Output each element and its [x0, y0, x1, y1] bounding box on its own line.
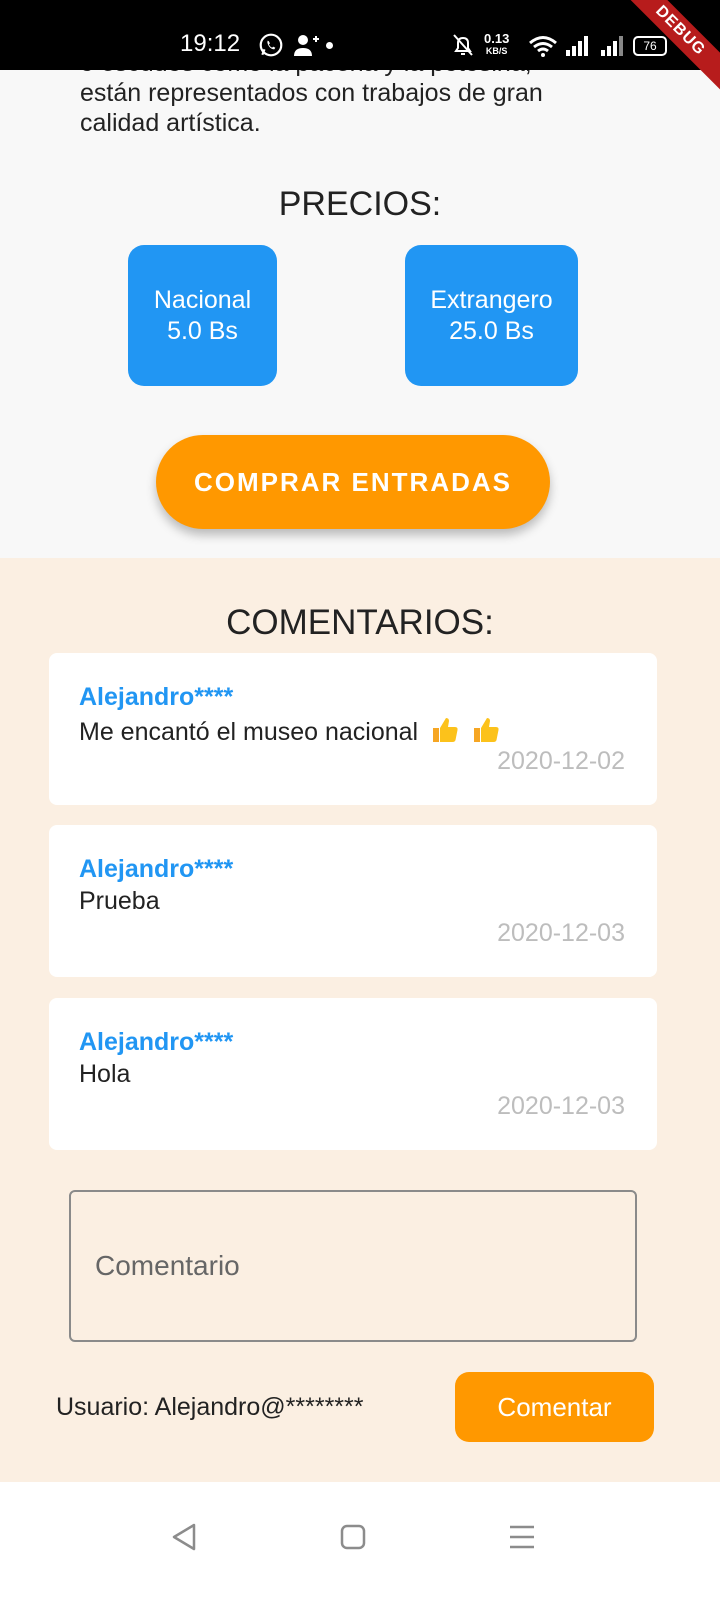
description-line: calidad artística.: [80, 109, 261, 137]
status-bar: 19:12 0.13 KB/S 76: [0, 0, 720, 70]
buy-tickets-button[interactable]: COMPRAR ENTRADAS: [156, 435, 550, 529]
comment-text: Prueba: [79, 887, 160, 915]
thumbs-up-icon: [433, 718, 458, 742]
comment-card: Alejandro**** Prueba 2020-12-03: [49, 825, 657, 977]
price-card-national[interactable]: Nacional 5.0 Bs: [128, 245, 277, 386]
signal-icon: [601, 36, 623, 56]
comments-title: COMENTARIOS:: [226, 603, 494, 642]
system-nav-bar: [0, 1482, 720, 1600]
comment-card: Alejandro**** Me encantó el museo nacion…: [49, 653, 657, 805]
comment-card: Alejandro**** Hola 2020-12-03: [49, 998, 657, 1150]
description-line: están representados con trabajos de gran: [80, 79, 543, 107]
comment-date: 2020-12-03: [497, 1092, 625, 1120]
comment-text: Me encantó el museo nacional: [79, 715, 500, 747]
comment-author: Alejandro****: [79, 683, 234, 711]
person-add-icon: [294, 35, 319, 56]
whatsapp-icon: [259, 33, 283, 57]
price-value: 5.0 Bs: [167, 316, 238, 345]
comments-section: COMENTARIOS: Alejandro**** Me encantó el…: [0, 558, 720, 1482]
bell-off-icon: [453, 34, 473, 56]
comment-author: Alejandro****: [79, 855, 234, 883]
submit-comment-button[interactable]: Comentar: [455, 1372, 654, 1442]
net-speed-value: 0.13: [484, 31, 510, 46]
notification-dot-icon: [326, 42, 333, 49]
battery-icon: 76: [633, 36, 667, 56]
comment-input[interactable]: [69, 1190, 637, 1342]
price-label: Nacional: [153, 285, 252, 314]
status-time: 19:12: [180, 30, 241, 57]
price-label: Extrangero: [430, 285, 553, 314]
signal-icon: [566, 36, 588, 56]
price-card-foreign[interactable]: Extrangero 25.0 Bs: [405, 245, 578, 386]
nav-back-icon[interactable]: [170, 1522, 198, 1552]
comment-date: 2020-12-03: [497, 919, 625, 947]
nav-menu-icon[interactable]: [508, 1524, 536, 1550]
comment-text-value: Me encantó el museo nacional: [79, 718, 419, 746]
thumbs-up-icon: [474, 718, 499, 742]
comment-date: 2020-12-02: [497, 747, 625, 775]
price-value: 25.0 Bs: [449, 316, 534, 345]
user-label: Usuario: Alejandro@********: [56, 1393, 364, 1421]
comment-author: Alejandro****: [79, 1028, 234, 1056]
net-speed-unit: KB/S: [485, 46, 508, 56]
nav-home-icon[interactable]: [340, 1524, 366, 1550]
comment-text: Hola: [79, 1060, 131, 1088]
net-speed: 0.13 KB/S: [484, 31, 510, 57]
wifi-icon: [529, 36, 557, 57]
prices-title: PRECIOS:: [278, 185, 442, 223]
